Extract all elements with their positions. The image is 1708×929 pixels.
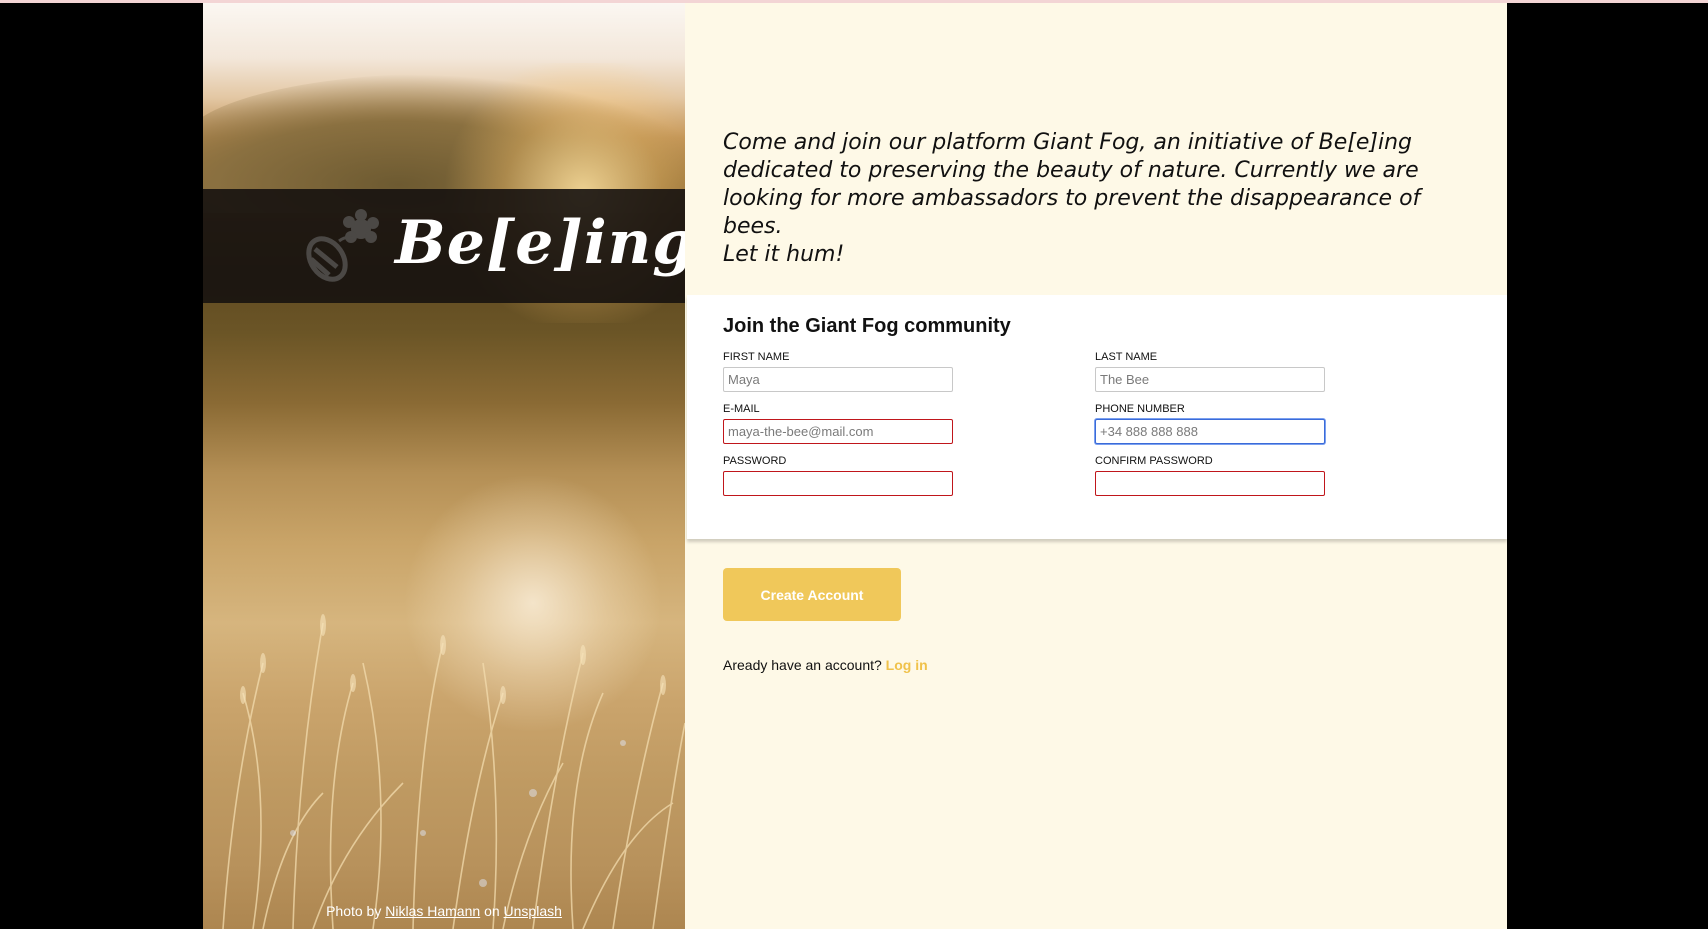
credit-source-link[interactable]: Unsplash bbox=[504, 903, 562, 919]
logo-band: Be[e]ing bbox=[203, 189, 685, 303]
first-name-group: FIRST NAME bbox=[723, 351, 953, 392]
page: Be[e]ing Photo by Niklas Hamann on Unspl… bbox=[203, 3, 1507, 929]
login-link[interactable]: Log in bbox=[886, 657, 928, 673]
password-label: PASSWORD bbox=[723, 455, 787, 467]
credit-prefix: Photo by bbox=[326, 903, 382, 919]
login-prompt-text: Aready have an account? bbox=[723, 657, 882, 673]
login-prompt: Aready have an account? Log in bbox=[723, 657, 928, 673]
photo-grass bbox=[222, 614, 685, 929]
create-account-button[interactable]: Create Account bbox=[723, 568, 901, 621]
photo-credit: Photo by Niklas Hamann on Unsplash bbox=[203, 903, 685, 919]
intro-tagline: Let it hum! bbox=[723, 242, 845, 267]
first-name-label: FIRST NAME bbox=[723, 351, 790, 363]
last-name-input[interactable] bbox=[1095, 367, 1325, 392]
form-title: Join the Giant Fog community bbox=[723, 315, 1011, 337]
email-input[interactable] bbox=[723, 419, 953, 444]
confirm-password-input[interactable] bbox=[1095, 471, 1325, 496]
last-name-group: LAST NAME bbox=[1095, 351, 1325, 392]
password-input[interactable] bbox=[723, 471, 953, 496]
credit-middle: on bbox=[484, 903, 500, 919]
phone-label: PHONE NUMBER bbox=[1095, 403, 1185, 415]
confirm-password-group: CONFIRM PASSWORD bbox=[1095, 455, 1325, 496]
last-name-label: LAST NAME bbox=[1095, 351, 1158, 363]
password-group: PASSWORD bbox=[723, 455, 953, 496]
signup-form: Join the Giant Fog community FIRST NAME … bbox=[687, 295, 1507, 539]
first-name-input[interactable] bbox=[723, 367, 953, 392]
email-group: E-MAIL bbox=[723, 403, 953, 444]
brand-name: Be[e]ing bbox=[395, 208, 685, 278]
phone-input[interactable] bbox=[1095, 419, 1325, 444]
signup-panel: Come and join our platform Giant Fog, an… bbox=[685, 3, 1507, 929]
confirm-password-label: CONFIRM PASSWORD bbox=[1095, 455, 1213, 467]
credit-author-link[interactable]: Niklas Hamann bbox=[385, 903, 480, 919]
email-label: E-MAIL bbox=[723, 403, 760, 415]
hero-photo: Be[e]ing Photo by Niklas Hamann on Unspl… bbox=[203, 3, 685, 929]
bee-flower-icon bbox=[306, 209, 379, 282]
phone-group: PHONE NUMBER bbox=[1095, 403, 1325, 444]
intro-paragraph: Come and join our platform Giant Fog, an… bbox=[723, 130, 1421, 239]
